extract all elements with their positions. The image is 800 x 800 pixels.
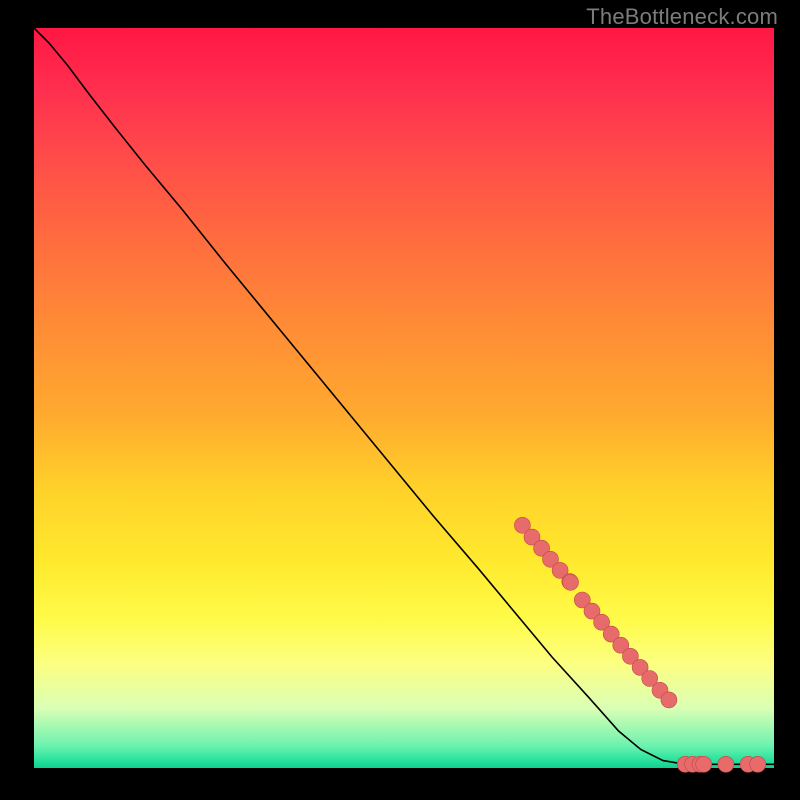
marker-group xyxy=(514,517,765,772)
data-marker xyxy=(696,756,712,772)
watermark-text: TheBottleneck.com xyxy=(586,4,778,30)
data-marker xyxy=(563,574,579,590)
curve-line xyxy=(34,28,774,764)
chart-stage: TheBottleneck.com xyxy=(0,0,800,800)
data-marker xyxy=(750,756,766,772)
data-marker xyxy=(661,692,677,708)
data-marker xyxy=(718,756,734,772)
chart-svg xyxy=(34,28,774,768)
